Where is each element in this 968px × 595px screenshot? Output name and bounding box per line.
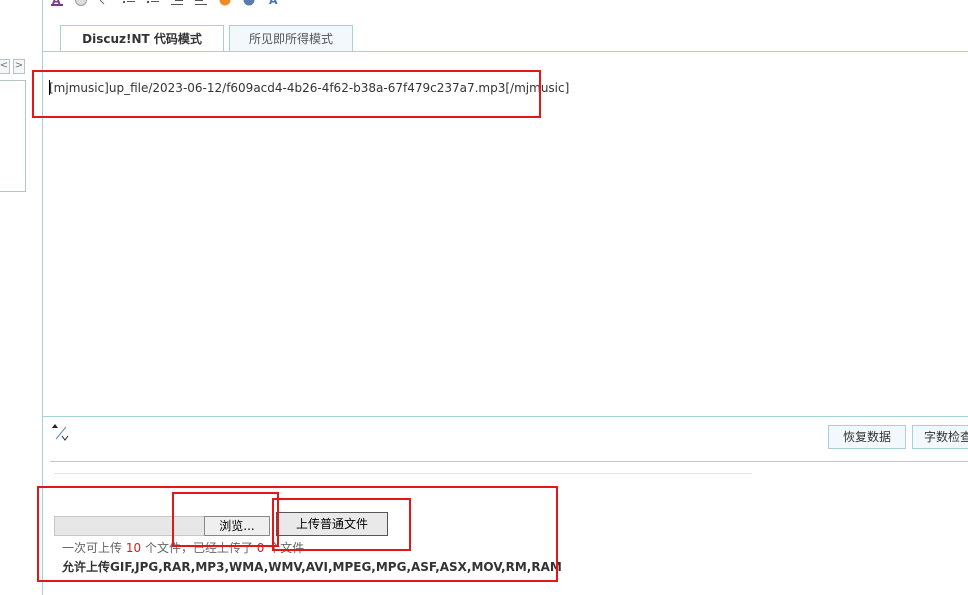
bold-a-icon[interactable]: A bbox=[50, 0, 64, 6]
left-side-panel bbox=[0, 80, 26, 192]
editor-bottom-border bbox=[43, 416, 968, 417]
prev-arrow-button[interactable]: < bbox=[0, 59, 10, 74]
highlight-browse-button bbox=[172, 492, 279, 547]
next-arrow-button[interactable]: > bbox=[13, 59, 25, 74]
unordered-list-icon[interactable] bbox=[146, 0, 160, 6]
section-divider bbox=[50, 461, 968, 462]
editor-toolbar: A A bbox=[50, 0, 280, 8]
font-icon[interactable]: A bbox=[266, 0, 280, 6]
resize-handle-icon[interactable] bbox=[50, 422, 72, 442]
warning-icon[interactable] bbox=[218, 0, 232, 6]
restore-data-button[interactable]: 恢复数据 bbox=[828, 425, 906, 449]
outdent-icon[interactable] bbox=[194, 0, 208, 6]
svg-text:A: A bbox=[269, 0, 278, 6]
ordered-list-icon[interactable] bbox=[122, 0, 136, 6]
help-icon[interactable] bbox=[242, 0, 256, 6]
highlight-editor-content bbox=[32, 70, 541, 118]
code-icon[interactable] bbox=[98, 0, 112, 6]
smiley-icon[interactable] bbox=[74, 0, 88, 6]
word-count-button[interactable]: 字数检查 bbox=[912, 425, 968, 449]
upload-box-top-border bbox=[54, 473, 752, 474]
tab-code-mode[interactable]: Discuz!NT 代码模式 bbox=[60, 25, 224, 53]
indent-icon[interactable] bbox=[170, 0, 184, 6]
highlight-upload-button bbox=[272, 498, 411, 551]
tab-wysiwyg-mode[interactable]: 所见即所得模式 bbox=[229, 25, 353, 52]
